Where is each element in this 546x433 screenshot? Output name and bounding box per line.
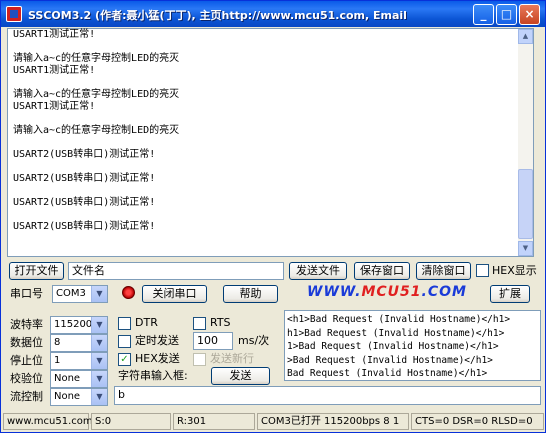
port-status-led-icon [122, 286, 135, 299]
receive-line [13, 137, 513, 149]
send-newline-checkbox[interactable] [193, 353, 206, 366]
help-button[interactable]: 帮助 [223, 285, 278, 303]
filename-input[interactable]: 文件名 [68, 262, 284, 280]
send-history-line: 1>Bad Request (Invalid Hostname)</h1> [287, 341, 499, 353]
close-port-button[interactable]: 关闭串口 [142, 285, 207, 303]
string-input-label: 字符串输入框: [118, 369, 188, 382]
receive-line: USART2(USB转串口)测试正常! [13, 173, 156, 184]
status-bar: www.mcu51.com S:0 R:301 COM3已打开 115200bp… [1, 411, 545, 432]
receive-line: 请输入a~c的任意字母控制LED的亮灭 [13, 89, 180, 100]
scroll-up-icon[interactable]: ▲ [518, 29, 533, 44]
receive-text: USART1测试正常! 请输入a~c的任意字母控制LED的亮灭 USART1测试正常… [13, 29, 513, 233]
receive-line: USART2(USB转串口)测试正常! [13, 221, 156, 232]
parity-value: None [54, 373, 81, 384]
send-history-line: <h1>Bad Request (Invalid Hostname)</h1> [287, 314, 511, 325]
send-button[interactable]: 发送 [211, 367, 270, 385]
receive-line: USART1测试正常! [13, 65, 96, 76]
receive-line [13, 185, 513, 197]
chevron-down-icon[interactable]: ▼ [91, 389, 107, 405]
baud-value: 115200 [54, 319, 93, 330]
hex-send-checkbox[interactable]: ✓ [118, 353, 131, 366]
send-history-line: >Bad Request (Invalid Hostname)</h1> [287, 354, 493, 366]
chevron-down-icon[interactable]: ▼ [91, 353, 107, 369]
receive-line [13, 209, 513, 221]
send-history-area[interactable]: <h1>Bad Request (Invalid Hostname)</h1> h… [284, 310, 541, 381]
hex-display-checkbox[interactable] [476, 264, 489, 277]
maximize-button[interactable]: □ [496, 4, 517, 25]
receive-line: USART2(USB转串口)测试正常! [13, 149, 156, 160]
mcu51-logo: WWW.MCU51.COM [307, 284, 467, 300]
vertical-scrollbar[interactable]: ▲ ▼ [518, 29, 533, 256]
app-icon[interactable] [6, 6, 22, 22]
port-label: 串口号 [10, 287, 43, 300]
status-received-count: R:301 [173, 413, 255, 430]
scroll-thumb[interactable] [518, 169, 533, 239]
title-bar[interactable]: SSCOM3.2 (作者:聂小猛(丁丁), 主页http://www.mcu51… [1, 1, 545, 27]
data-bits-select[interactable]: 8 ▼ [50, 334, 108, 352]
chevron-down-icon[interactable]: ▼ [91, 335, 107, 351]
stop-bits-value: 1 [54, 355, 61, 366]
window-title: SSCOM3.2 (作者:聂小猛(丁丁), 主页http://www.mcu51… [28, 9, 408, 22]
status-signals: CTS=0 DSR=0 RLSD=0 [411, 413, 544, 430]
send-file-button[interactable]: 发送文件 [289, 262, 347, 280]
save-window-button[interactable]: 保存窗口 [354, 262, 410, 280]
flow-control-label: 流控制 [10, 390, 43, 403]
receive-output-area[interactable]: USART1测试正常! 请输入a~c的任意字母控制LED的亮灭 USART1测试正常… [7, 28, 534, 257]
baud-label: 波特率 [10, 318, 43, 331]
port-select[interactable]: COM3 ▼ [52, 285, 108, 303]
interval-input[interactable]: 100 [193, 332, 233, 350]
receive-line: 请输入a~c的任意字母控制LED的亮灭 [13, 53, 180, 64]
send-history-line: h1>Bad Request (Invalid Hostname)</h1> [287, 327, 505, 339]
dtr-label: DTR [135, 316, 158, 329]
clear-window-button[interactable]: 清除窗口 [416, 262, 471, 280]
status-website[interactable]: www.mcu51.com [3, 413, 93, 430]
receive-line: USART2(USB转串口)测试正常! [13, 197, 156, 208]
flow-control-select[interactable]: None ▼ [50, 388, 108, 406]
timed-send-checkbox[interactable] [118, 335, 131, 348]
status-port-info: COM3已打开 115200bps 8 1 [257, 413, 409, 430]
send-newline-label: 发送新行 [210, 352, 254, 365]
logo-com: .COM [421, 284, 467, 300]
parity-select[interactable]: None ▼ [50, 370, 108, 388]
chevron-down-icon[interactable]: ▼ [91, 371, 107, 387]
data-bits-value: 8 [54, 337, 61, 348]
interval-unit: ms/次 [238, 334, 270, 347]
rts-label: RTS [210, 316, 231, 329]
port-value: COM3 [56, 288, 86, 299]
send-history-text: <h1>Bad Request (Invalid Hostname)</h1> h… [287, 313, 510, 381]
logo-mcu51: MCU51 [361, 284, 422, 300]
hex-display-label: HEX显示 [492, 264, 537, 277]
stop-bits-label: 停止位 [10, 354, 43, 367]
timed-send-label: 定时发送 [135, 334, 179, 347]
receive-line: USART1测试正常! [13, 29, 96, 40]
baud-select[interactable]: 115200 ▼ [50, 316, 108, 334]
chevron-down-icon[interactable]: ▼ [91, 317, 107, 333]
stop-bits-select[interactable]: 1 ▼ [50, 352, 108, 370]
open-file-button[interactable]: 打开文件 [9, 262, 64, 280]
close-button[interactable]: × [519, 4, 540, 25]
receive-line [13, 41, 513, 53]
rts-checkbox[interactable] [193, 317, 206, 330]
data-bits-label: 数据位 [10, 336, 43, 349]
logo-www: WWW. [307, 284, 362, 300]
chevron-down-icon[interactable]: ▼ [91, 286, 107, 302]
receive-line [13, 161, 513, 173]
send-string-input[interactable]: b [114, 386, 541, 405]
status-sent-count: S:0 [91, 413, 171, 430]
expand-button[interactable]: 扩展 [490, 285, 530, 303]
receive-line: USART1测试正常! [13, 101, 96, 112]
receive-line: 请输入a~c的任意字母控制LED的亮灭 [13, 125, 180, 136]
dtr-checkbox[interactable] [118, 317, 131, 330]
receive-line [13, 113, 513, 125]
sscom-window: SSCOM3.2 (作者:聂小猛(丁丁), 主页http://www.mcu51… [0, 0, 546, 433]
hex-send-label: HEX发送 [135, 352, 180, 365]
parity-label: 校验位 [10, 372, 43, 385]
send-history-line: Bad Request (Invalid Hostname)</h1> [287, 368, 488, 380]
scroll-down-icon[interactable]: ▼ [518, 241, 533, 256]
receive-line [13, 77, 513, 89]
flow-control-value: None [54, 391, 81, 402]
minimize-button[interactable]: _ [473, 4, 494, 25]
